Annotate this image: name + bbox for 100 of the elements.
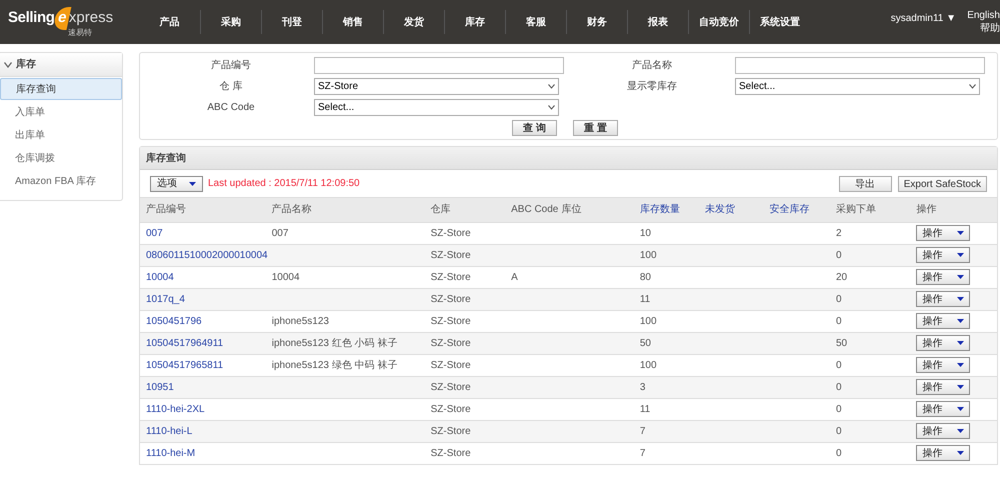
chevron-down-icon	[969, 84, 976, 89]
product-code-link[interactable]: 1110-hei-L	[146, 426, 192, 436]
product-code-link[interactable]: 10951	[146, 382, 174, 392]
table-cell: 7	[640, 448, 646, 459]
action-dropdown[interactable]: 操作	[916, 379, 970, 395]
table-cell: A	[511, 272, 518, 282]
table-cell: 3	[640, 382, 646, 392]
action-dropdown[interactable]: 操作	[916, 313, 970, 329]
select-field[interactable]: SZ-Store	[314, 78, 559, 95]
text-input[interactable]	[735, 57, 985, 74]
action-dropdown[interactable]: 操作	[916, 423, 970, 439]
logo: Selling express 速易特	[7, 6, 114, 38]
sidebar-item[interactable]: 出库单	[0, 124, 122, 146]
table-cell: SZ-Store	[430, 382, 471, 392]
field-label: 产品名称	[631, 58, 673, 73]
column-header[interactable]: 安全库存	[764, 198, 830, 222]
nav-item[interactable]: 自动竞价	[688, 10, 749, 34]
dropdown-arrow-icon	[957, 407, 964, 411]
table-cell: 0	[836, 294, 842, 304]
sidebar-item[interactable]: 库存查询	[0, 78, 122, 100]
toolbar-button[interactable]: Export SafeStock	[898, 176, 987, 192]
sidebar-item[interactable]: Amazon FBA 库存	[0, 170, 122, 192]
text-input[interactable]	[314, 57, 564, 74]
field-label: 显示零库存	[626, 80, 678, 94]
column-header[interactable]: 库存数量	[634, 198, 700, 222]
select-field[interactable]: Select...	[735, 78, 980, 95]
toolbar-button[interactable]: 导出	[838, 176, 892, 192]
action-dropdown[interactable]: 操作	[916, 357, 970, 373]
table-cell: SZ-Store	[430, 426, 471, 436]
product-code-link[interactable]: 10004	[146, 272, 174, 282]
product-code-link[interactable]: 1110-hei-2XL	[146, 404, 205, 414]
form-button[interactable]: 重 置	[573, 120, 618, 136]
table-cell: SZ-Store	[430, 338, 471, 348]
action-dropdown[interactable]: 操作	[916, 225, 970, 241]
product-code-link[interactable]: 0806011510002000010004	[146, 250, 268, 260]
nav-item[interactable]: 产品	[139, 10, 200, 34]
table-cell: 11	[640, 404, 650, 414]
action-dropdown[interactable]: 操作	[916, 445, 970, 462]
action-dropdown[interactable]: 操作	[916, 335, 970, 351]
table-cell: 50	[640, 338, 651, 348]
table-cell: 0	[836, 316, 842, 326]
language-link[interactable]: English	[967, 9, 1000, 22]
options-dropdown[interactable]: 选项	[150, 176, 203, 192]
product-code-link[interactable]: 1050451796	[146, 316, 202, 326]
product-code-link[interactable]: 1110-hei-M	[146, 448, 196, 459]
product-code-link[interactable]: 1017q_4	[146, 294, 185, 304]
action-dropdown[interactable]: 操作	[916, 247, 970, 263]
table-cell: 100	[640, 316, 657, 326]
nav-item[interactable]: 刊登	[261, 10, 322, 34]
dropdown-arrow-icon	[957, 319, 964, 323]
column-header: ABC Code	[505, 198, 556, 222]
action-dropdown[interactable]: 操作	[916, 291, 970, 307]
action-dropdown[interactable]: 操作	[916, 269, 970, 285]
table-cell: SZ-Store	[430, 360, 471, 370]
table-cell: SZ-Store	[430, 448, 471, 459]
nav-item[interactable]: 财务	[566, 10, 627, 34]
table-cell: iphone5s123 红色 小码 袜子	[272, 338, 398, 348]
column-header: 产品名称	[266, 198, 425, 222]
dropdown-arrow-icon	[957, 341, 964, 345]
nav-item[interactable]: 采购	[200, 10, 261, 34]
action-dropdown[interactable]: 操作	[916, 401, 970, 417]
dropdown-arrow-icon	[957, 429, 964, 433]
sidebar-item[interactable]: 入库单	[0, 101, 122, 123]
column-header: 操作	[910, 198, 997, 222]
table-cell: SZ-Store	[430, 228, 471, 238]
help-link[interactable]: 帮助	[980, 22, 1000, 35]
sidebar-item[interactable]: 仓库调拨	[0, 147, 122, 169]
dropdown-arrow-icon	[957, 385, 964, 389]
panel-title: 库存查询	[146, 151, 186, 166]
nav-item[interactable]: 销售	[322, 10, 383, 34]
select-field[interactable]: Select...	[314, 99, 559, 116]
product-code-link[interactable]: 007	[146, 228, 163, 238]
column-header[interactable]: 未发货	[699, 198, 764, 222]
column-header: 仓库	[424, 198, 506, 222]
nav-item[interactable]: 系统设置	[749, 10, 810, 34]
table-cell: 80	[640, 272, 651, 282]
nav-item[interactable]: 发货	[383, 10, 444, 34]
dropdown-arrow-icon	[957, 451, 964, 456]
table-cell: 007	[272, 228, 288, 238]
nav-item[interactable]: 报表	[627, 10, 688, 34]
table-cell: 0	[836, 448, 842, 459]
table-cell: 0	[836, 382, 842, 392]
table-cell: SZ-Store	[430, 404, 471, 414]
chevron-down-icon	[548, 84, 555, 89]
table-cell: 0	[836, 426, 842, 436]
product-code-link[interactable]: 10504517964911	[146, 338, 224, 348]
table-cell: SZ-Store	[430, 316, 471, 326]
user-menu[interactable]: sysadmin11 ▼	[890, 11, 956, 26]
sidebar-header[interactable]: 库存	[0, 53, 122, 77]
table-cell: 11	[640, 294, 650, 304]
field-label: ABC Code	[206, 101, 256, 115]
table-cell: iphone5s123 绿色 中码 袜子	[272, 360, 398, 370]
form-button[interactable]: 查 询	[512, 120, 557, 136]
dropdown-arrow-icon	[957, 253, 964, 257]
product-code-link[interactable]: 10504517965811	[146, 360, 224, 370]
nav-item[interactable]: 库存	[444, 10, 505, 34]
nav-item[interactable]: 客服	[505, 10, 566, 34]
table-cell: SZ-Store	[430, 272, 471, 282]
table-cell: 0	[836, 250, 842, 260]
table-cell: 0	[836, 360, 842, 370]
